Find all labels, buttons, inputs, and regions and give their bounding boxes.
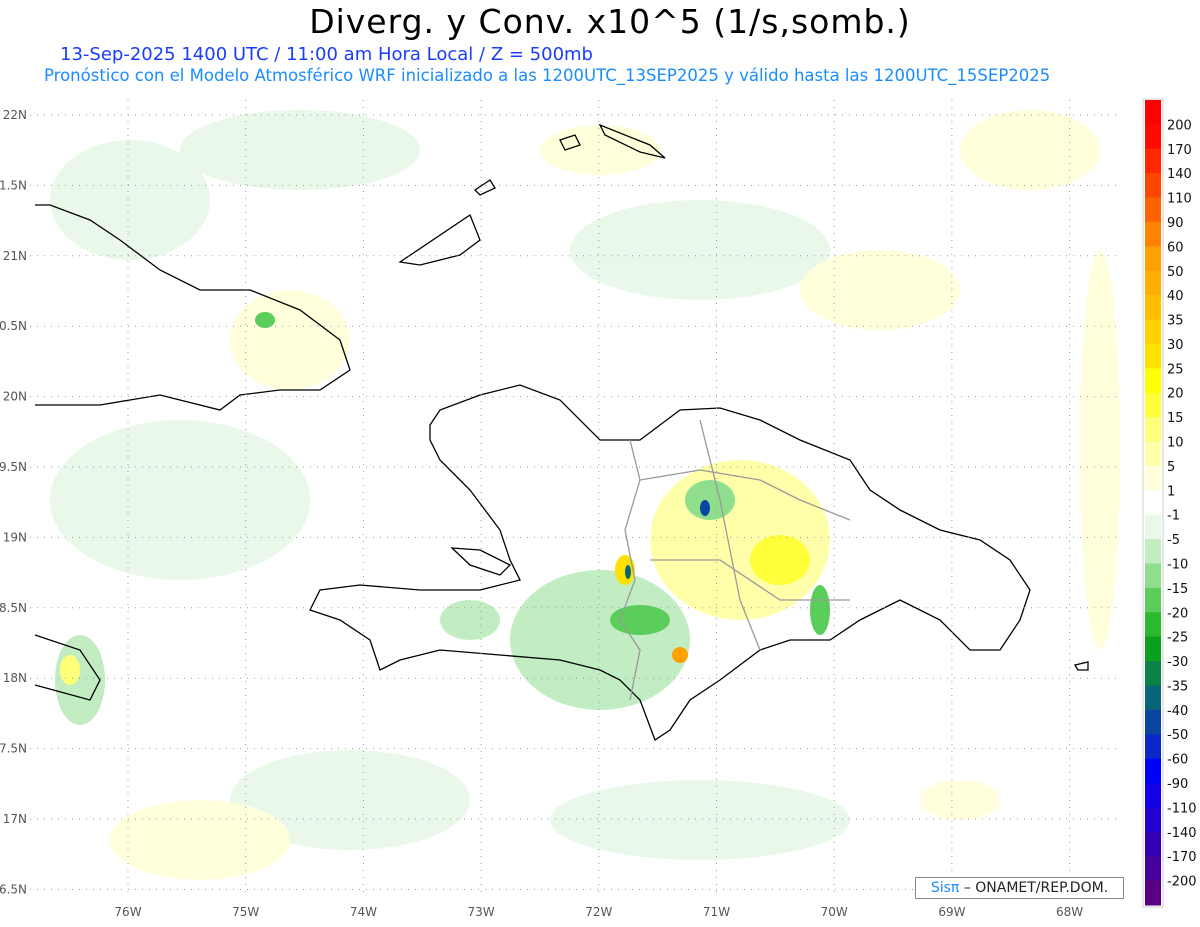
colorbar-swatch: [1145, 124, 1161, 150]
colorbar: 200 170 140 110 90 60 50 40 35 30 25 20 15 10 5 1 -1 -5 -1…: [1142, 98, 1197, 908]
colorbar-label: -5: [1167, 533, 1180, 548]
colorbar-label: -15: [1167, 582, 1188, 597]
colorbar-swatch: [1145, 173, 1161, 199]
colorbar-swatch: [1145, 734, 1161, 760]
colorbar-swatch: [1145, 587, 1161, 613]
colorbar-label: 25: [1167, 362, 1184, 377]
lat-label: 18N: [3, 671, 27, 685]
colorbar-swatch: [1145, 612, 1161, 638]
colorbar-label: -200: [1167, 875, 1197, 890]
colorbar-swatch: [1145, 221, 1161, 247]
colorbar-swatch: [1145, 368, 1161, 394]
colorbar-label: 60: [1167, 240, 1184, 255]
lon-label: 72W: [585, 905, 612, 919]
colorbar-label: -35: [1167, 679, 1188, 694]
colorbar-swatch: [1145, 148, 1161, 174]
colorbar-label: 140: [1167, 167, 1192, 182]
lon-label: 76W: [114, 905, 141, 919]
colorbar-label: -20: [1167, 606, 1188, 621]
colorbar-swatch: [1145, 392, 1161, 418]
colorbar-label: -40: [1167, 704, 1188, 719]
lon-label: 74W: [350, 905, 377, 919]
colorbar-swatch: [1145, 295, 1161, 321]
colorbar-label: 170: [1167, 143, 1192, 158]
colorbar-swatch: [1145, 685, 1161, 711]
colorbar-swatch: [1145, 636, 1161, 662]
colorbar-label: -50: [1167, 728, 1188, 743]
sispi-logo: Sisπ: [930, 880, 960, 896]
lat-label: 21N: [3, 249, 27, 263]
colorbar-label: -90: [1167, 777, 1188, 792]
model-info: Pronóstico con el Modelo Atmosférico WRF…: [44, 66, 1051, 85]
lat-label: 19N: [3, 530, 27, 544]
colorbar-swatch: [1145, 465, 1161, 491]
colorbar-swatch: [1145, 856, 1161, 882]
colorbar-label: 30: [1167, 338, 1184, 353]
colorbar-swatch: [1145, 197, 1161, 223]
colorbar-label: -110: [1167, 801, 1197, 816]
lat-label: 9.5N: [0, 460, 27, 474]
lat-label: 0.5N: [0, 319, 27, 333]
lat-label: 22N: [3, 108, 27, 122]
colorbar-swatch: [1145, 246, 1161, 272]
colorbar-label: 40: [1167, 289, 1184, 304]
credit-box: Sisπ – ONAMET/REP.DOM.: [915, 877, 1124, 899]
colorbar-label: -140: [1167, 826, 1197, 841]
colorbar-label: 35: [1167, 314, 1184, 329]
colorbar-label: 20: [1167, 387, 1184, 402]
colorbar-swatch: [1145, 831, 1161, 857]
colorbar-swatch: [1145, 880, 1161, 906]
colorbar-label: 10: [1167, 436, 1184, 451]
colorbar-swatch: [1145, 783, 1161, 808]
colorbar-swatch: [1145, 319, 1161, 345]
colorbar-label: 5: [1167, 460, 1175, 475]
colorbar-swatch: [1145, 563, 1161, 589]
colorbar-label: 50: [1167, 265, 1184, 280]
colorbar-swatch: [1145, 490, 1161, 516]
colorbar-label: -60: [1167, 753, 1188, 768]
lat-label: 8.5N: [0, 601, 27, 615]
colorbar-label: 90: [1167, 216, 1184, 231]
lon-label: 69W: [938, 905, 965, 919]
colorbar-swatch: [1145, 661, 1161, 686]
lon-label: 73W: [468, 905, 495, 919]
colorbar-swatch: [1145, 807, 1161, 833]
colorbar-label: -170: [1167, 850, 1197, 865]
lat-label: 7.5N: [0, 742, 27, 756]
colorbar-label: 110: [1167, 192, 1192, 207]
colorbar-swatch: [1145, 514, 1161, 540]
colorbar-label: -1: [1167, 509, 1180, 524]
colorbar-swatch: [1145, 758, 1161, 784]
colorbar-swatch: [1145, 441, 1161, 467]
colorbar-swatch: [1145, 270, 1161, 296]
colorbar-swatch: [1145, 539, 1161, 564]
forecast-map: 76W 75W 74W 73W 72W 71W 70W 69W 68W 22N 1.5N 21N 0.5…: [0, 98, 1197, 919]
map-title: Diverg. y Conv. x10^5 (1/s,somb.): [309, 2, 911, 41]
lat-label: 17N: [3, 812, 27, 826]
colorbar-swatch: [1145, 343, 1161, 369]
lon-label: 68W: [1056, 905, 1083, 919]
colorbar-label: -10: [1167, 557, 1188, 572]
valid-time: 13-Sep-2025 1400 UTC / 11:00 am Hora Loc…: [60, 44, 593, 65]
lat-label: 20N: [3, 390, 27, 404]
lon-label: 71W: [703, 905, 730, 919]
credit-text: – ONAMET/REP.DOM.: [963, 880, 1109, 896]
colorbar-label: 1: [1167, 484, 1175, 499]
lat-label: 1.5N: [0, 178, 27, 192]
colorbar-swatch: [1145, 100, 1161, 125]
colorbar-label: -25: [1167, 631, 1188, 646]
colorbar-label: 200: [1167, 118, 1192, 133]
lon-label: 70W: [821, 905, 848, 919]
colorbar-label: -30: [1167, 655, 1188, 670]
colorbar-swatch: [1145, 417, 1161, 443]
colorbar-label: 15: [1167, 411, 1184, 426]
lon-label: 75W: [232, 905, 259, 919]
lat-label: 6.5N: [0, 882, 27, 896]
colorbar-swatch: [1145, 709, 1161, 735]
